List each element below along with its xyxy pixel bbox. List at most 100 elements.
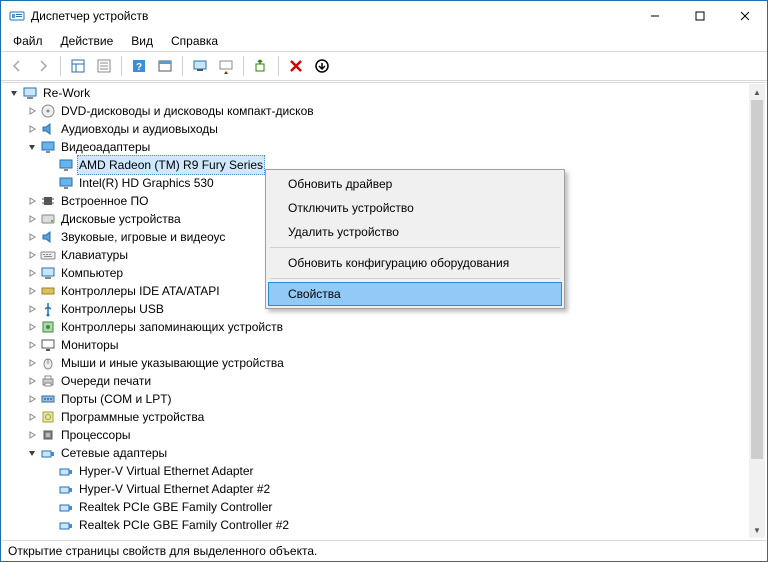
vertical-scrollbar[interactable]: ▲ ▼	[749, 84, 765, 538]
display-icon	[58, 157, 74, 173]
toolbtn-disable-device[interactable]	[214, 54, 238, 78]
tree-device-label: Hyper-V Virtual Ethernet Adapter	[77, 462, 256, 480]
ctx-properties[interactable]: Свойства	[268, 282, 562, 306]
ctx-separator	[270, 247, 560, 248]
menubar: Файл Действие Вид Справка	[1, 31, 767, 51]
tree-category-label: Клавиатуры	[59, 246, 130, 264]
tree-category-label: Мониторы	[59, 336, 120, 354]
expand-toggle[interactable]	[25, 230, 39, 244]
expand-toggle[interactable]	[25, 320, 39, 334]
tree-category[interactable]: Контроллеры запоминающих устройств	[3, 318, 749, 336]
expand-toggle[interactable]	[25, 392, 39, 406]
toolbtn-scan-hardware[interactable]	[249, 54, 273, 78]
tree-category[interactable]: Аудиовходы и аудиовыходы	[3, 120, 749, 138]
tree-category[interactable]: Очереди печати	[3, 372, 749, 390]
toolbar-separator	[182, 56, 183, 76]
menu-file[interactable]: Файл	[5, 32, 51, 50]
audio-icon	[40, 121, 56, 137]
tree-root[interactable]: Re-Work	[3, 84, 749, 102]
tree-device[interactable]: Realtek PCIe GBE Family Controller #2	[3, 516, 749, 534]
disc-icon	[40, 103, 56, 119]
expand-toggle[interactable]	[25, 122, 39, 136]
tree-device-label: Intel(R) HD Graphics 530	[77, 174, 216, 192]
port-icon	[40, 391, 56, 407]
keyboard-icon	[40, 247, 56, 263]
tree-category[interactable]: Процессоры	[3, 426, 749, 444]
usb-icon	[40, 301, 56, 317]
tree-category-label: Дисковые устройства	[59, 210, 183, 228]
expand-toggle[interactable]	[25, 374, 39, 388]
scroll-up-button[interactable]: ▲	[749, 84, 765, 100]
svg-text:?: ?	[136, 62, 142, 73]
tree-category-label: DVD-дисководы и дисководы компакт-дисков	[59, 102, 316, 120]
scroll-thumb[interactable]	[751, 100, 763, 459]
tree-device[interactable]: Hyper-V Virtual Ethernet Adapter #2	[3, 480, 749, 498]
tree-category[interactable]: Мониторы	[3, 336, 749, 354]
expand-toggle[interactable]	[25, 410, 39, 424]
toolbtn-properties[interactable]	[92, 54, 116, 78]
expand-toggle[interactable]	[7, 86, 21, 100]
tree-category[interactable]: Мыши и иные указывающие устройства	[3, 354, 749, 372]
toolbtn-legacy-hardware[interactable]	[310, 54, 334, 78]
tree-root-label: Re-Work	[41, 84, 92, 102]
tree-device[interactable]: Hyper-V Virtual Ethernet Adapter	[3, 462, 749, 480]
tree-category[interactable]: DVD-дисководы и дисководы компакт-дисков	[3, 102, 749, 120]
menu-action[interactable]: Действие	[53, 32, 122, 50]
tree-category[interactable]: Видеоадаптеры	[3, 138, 749, 156]
scroll-track[interactable]	[749, 100, 765, 522]
tree-category[interactable]: Сетевые адаптеры	[3, 444, 749, 462]
hdd-icon	[40, 211, 56, 227]
printer-icon	[40, 373, 56, 389]
ide-icon	[40, 283, 56, 299]
expand-toggle[interactable]	[25, 302, 39, 316]
expand-toggle[interactable]	[25, 338, 39, 352]
toolbtn-uninstall[interactable]	[284, 54, 308, 78]
expand-toggle[interactable]	[25, 194, 39, 208]
tree-device-label: Realtek PCIe GBE Family Controller	[77, 498, 274, 516]
net-icon	[58, 535, 74, 538]
toolbtn-help[interactable]: ?	[127, 54, 151, 78]
tree-category-label: Контроллеры USB	[59, 300, 166, 318]
device-tree[interactable]: Re-WorkDVD-дисководы и дисководы компакт…	[3, 84, 749, 538]
toolbtn-forward	[31, 54, 55, 78]
tree-category-label: Порты (COM и LPT)	[59, 390, 174, 408]
tree-device-label: Hyper-V Virtual Ethernet Adapter #2	[77, 480, 272, 498]
tree-category-label: Мыши и иные указывающие устройства	[59, 354, 286, 372]
storage-icon	[40, 319, 56, 335]
expand-toggle[interactable]	[25, 428, 39, 442]
expand-toggle[interactable]	[25, 284, 39, 298]
tree-category-label: Сетевые адаптеры	[59, 444, 169, 462]
expand-toggle[interactable]	[25, 356, 39, 370]
ctx-scan-hardware[interactable]: Обновить конфигурацию оборудования	[268, 251, 562, 275]
audio-icon	[40, 229, 56, 245]
ctx-update-driver[interactable]: Обновить драйвер	[268, 172, 562, 196]
minimize-button[interactable]	[632, 1, 677, 31]
maximize-button[interactable]	[677, 1, 722, 31]
toolbtn-update-driver[interactable]	[188, 54, 212, 78]
tree-device[interactable]: Realtek PCIe GBE Family Controller	[3, 498, 749, 516]
expand-toggle[interactable]	[25, 266, 39, 280]
tree-category-label: Контроллеры IDE ATA/ATAPI	[59, 282, 222, 300]
ctx-disable-device[interactable]: Отключить устройство	[268, 196, 562, 220]
tree-device[interactable]: VirtualBox Host-Only Ethernet Adapter	[3, 534, 749, 538]
computer-icon	[40, 265, 56, 281]
tree-category[interactable]: Программные устройства	[3, 408, 749, 426]
net-icon	[40, 445, 56, 461]
ctx-uninstall-device[interactable]: Удалить устройство	[268, 220, 562, 244]
tree-container: Re-WorkDVD-дисководы и дисководы компакт…	[2, 82, 766, 539]
toolbtn-show-hidden[interactable]	[66, 54, 90, 78]
expand-toggle[interactable]	[25, 446, 39, 460]
scroll-down-button[interactable]: ▼	[749, 522, 765, 538]
expand-toggle[interactable]	[25, 104, 39, 118]
expand-toggle[interactable]	[25, 140, 39, 154]
titlebar: Диспетчер устройств	[1, 1, 767, 31]
menu-help[interactable]: Справка	[163, 32, 226, 50]
expand-toggle[interactable]	[25, 248, 39, 262]
toolbtn-console[interactable]	[153, 54, 177, 78]
tree-category[interactable]: Порты (COM и LPT)	[3, 390, 749, 408]
menu-view[interactable]: Вид	[123, 32, 161, 50]
close-button[interactable]	[722, 1, 767, 31]
expand-toggle[interactable]	[25, 212, 39, 226]
tree-category-label: Очереди печати	[59, 372, 153, 390]
app-icon	[9, 8, 25, 24]
